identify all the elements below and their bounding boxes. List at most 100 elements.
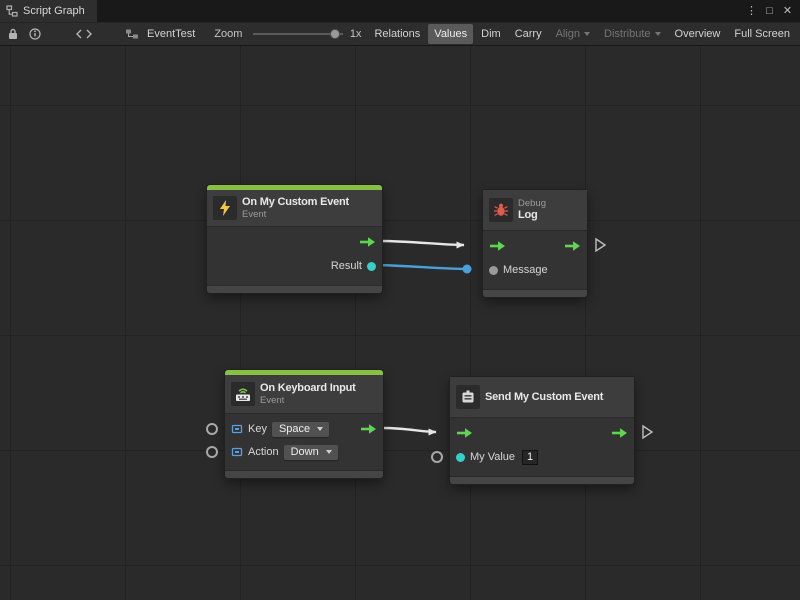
node-title: Log bbox=[518, 209, 546, 222]
node-body: Key Space Action bbox=[225, 413, 383, 470]
press-state-icon bbox=[231, 446, 243, 458]
wireless-keyboard-icon bbox=[231, 382, 255, 406]
zoom-label: Zoom bbox=[214, 28, 242, 40]
distribute-label: Distribute bbox=[604, 28, 650, 40]
flow-output-row bbox=[207, 231, 382, 253]
node-on-my-custom-event[interactable]: On My Custom Event Event Result bbox=[207, 185, 382, 293]
my-value-input[interactable]: 1 bbox=[522, 450, 538, 465]
zoom-value: 1x bbox=[350, 28, 362, 40]
script-graph-icon bbox=[6, 5, 18, 17]
chevron-down-icon bbox=[655, 32, 661, 36]
port-label: Action bbox=[248, 446, 279, 458]
wire-value-result-to-message bbox=[372, 265, 466, 269]
chevron-down-icon bbox=[317, 427, 323, 431]
tab-title: Script Graph bbox=[23, 5, 85, 17]
lightning-bolt-icon bbox=[213, 196, 237, 220]
wire-flow-customevent-to-log bbox=[380, 241, 464, 245]
my-value-row: My Value 1 bbox=[450, 444, 634, 470]
port-label: Result bbox=[331, 260, 362, 272]
info-icon[interactable] bbox=[25, 25, 45, 43]
action-port[interactable] bbox=[206, 446, 218, 458]
flow-row bbox=[483, 235, 587, 257]
window-controls: ⋮ □ ✕ bbox=[744, 0, 800, 22]
relations-button[interactable]: Relations bbox=[368, 24, 426, 44]
maximize-icon[interactable]: □ bbox=[762, 0, 777, 22]
code-view-icon[interactable] bbox=[72, 25, 96, 43]
graph-toolbar: EventTest Zoom 1x Relations Values Dim C… bbox=[0, 22, 800, 46]
carry-button[interactable]: Carry bbox=[509, 24, 548, 44]
node-debug-log[interactable]: Debug Log Message bbox=[483, 190, 587, 297]
my-value-outer-port[interactable] bbox=[431, 451, 443, 463]
wire-flow-keyboard-to-send bbox=[384, 428, 436, 432]
dim-button[interactable]: Dim bbox=[475, 24, 507, 44]
chevron-down-icon bbox=[326, 450, 332, 454]
node-header[interactable]: On Keyboard Input Event bbox=[225, 375, 383, 413]
unity-script-graph-window: Script Graph ⋮ □ ✕ EventTest Zoom 1 bbox=[0, 0, 800, 600]
node-footer bbox=[207, 285, 382, 293]
flow-input-port[interactable] bbox=[456, 427, 473, 439]
node-body: Result bbox=[207, 226, 382, 285]
zoom-slider[interactable] bbox=[253, 28, 342, 40]
node-title: On Keyboard Input bbox=[260, 382, 356, 395]
port-label: My Value bbox=[470, 451, 515, 463]
node-body: My Value 1 bbox=[450, 417, 634, 476]
node-header[interactable]: Send My Custom Event bbox=[450, 377, 634, 417]
window-tab-bar: Script Graph ⋮ □ ✕ bbox=[0, 0, 800, 22]
lock-icon[interactable] bbox=[4, 25, 22, 43]
node-on-keyboard-input[interactable]: On Keyboard Input Event Key Space bbox=[225, 370, 383, 478]
node-header[interactable]: Debug Log bbox=[483, 190, 587, 230]
flow-output-port[interactable] bbox=[360, 423, 377, 435]
values-button[interactable]: Values bbox=[428, 24, 473, 44]
flow-output-port[interactable] bbox=[611, 427, 628, 439]
node-header[interactable]: On My Custom Event Event bbox=[207, 190, 382, 226]
zoom-slider-handle[interactable] bbox=[330, 29, 340, 39]
node-subtitle: Event bbox=[242, 209, 349, 220]
node-send-my-custom-event[interactable]: Send My Custom Event My Value 1 bbox=[450, 377, 634, 484]
tab-script-graph[interactable]: Script Graph bbox=[0, 0, 97, 22]
graph-asset-icon bbox=[121, 25, 143, 43]
graph-asset-name: EventTest bbox=[147, 28, 195, 40]
key-port[interactable] bbox=[206, 423, 218, 435]
window-menu-icon[interactable]: ⋮ bbox=[744, 0, 759, 22]
message-input-row: Message bbox=[483, 257, 587, 283]
node-footer bbox=[450, 476, 634, 484]
full-screen-button[interactable]: Full Screen bbox=[728, 24, 796, 44]
flow-output-port[interactable] bbox=[564, 240, 581, 252]
align-label: Align bbox=[556, 28, 580, 40]
flow-row bbox=[450, 422, 634, 444]
distribute-dropdown[interactable]: Distribute bbox=[598, 24, 666, 44]
port-label: Message bbox=[503, 264, 548, 276]
my-value-port[interactable] bbox=[456, 453, 465, 462]
node-footer bbox=[225, 470, 383, 478]
message-port[interactable] bbox=[489, 266, 498, 275]
node-subtitle: Event bbox=[260, 395, 356, 406]
connection-wires bbox=[0, 46, 800, 600]
close-icon[interactable]: ✕ bbox=[780, 0, 795, 22]
flow-input-port[interactable] bbox=[489, 240, 506, 252]
custom-event-icon bbox=[456, 385, 480, 409]
flow-continuation-icon bbox=[594, 237, 607, 256]
node-footer bbox=[483, 289, 587, 297]
zoom-slider-track[interactable] bbox=[253, 33, 342, 35]
result-port[interactable] bbox=[367, 262, 376, 271]
key-input-row: Key Space bbox=[225, 418, 383, 440]
graph-asset[interactable]: EventTest bbox=[121, 25, 195, 43]
node-surtitle: Debug bbox=[518, 198, 546, 209]
overview-button[interactable]: Overview bbox=[669, 24, 727, 44]
flow-output-port[interactable] bbox=[359, 236, 376, 248]
key-dropdown[interactable]: Space bbox=[272, 422, 329, 437]
chevron-down-icon bbox=[584, 32, 590, 36]
wire-endpoint-dot bbox=[463, 265, 472, 274]
align-dropdown[interactable]: Align bbox=[550, 24, 596, 44]
action-dropdown[interactable]: Down bbox=[284, 445, 338, 460]
action-input-row: Action Down bbox=[225, 440, 383, 464]
keycode-icon bbox=[231, 423, 243, 435]
toolbar-right-group: Relations Values Dim Carry Align Distrib… bbox=[368, 24, 796, 44]
node-title: On My Custom Event bbox=[242, 196, 349, 209]
port-label: Key bbox=[248, 423, 267, 435]
node-body: Message bbox=[483, 230, 587, 289]
node-title: Send My Custom Event bbox=[485, 391, 603, 403]
action-dropdown-value: Down bbox=[291, 446, 319, 458]
graph-canvas[interactable]: On My Custom Event Event Result bbox=[0, 46, 800, 600]
result-output-row: Result bbox=[207, 253, 382, 279]
